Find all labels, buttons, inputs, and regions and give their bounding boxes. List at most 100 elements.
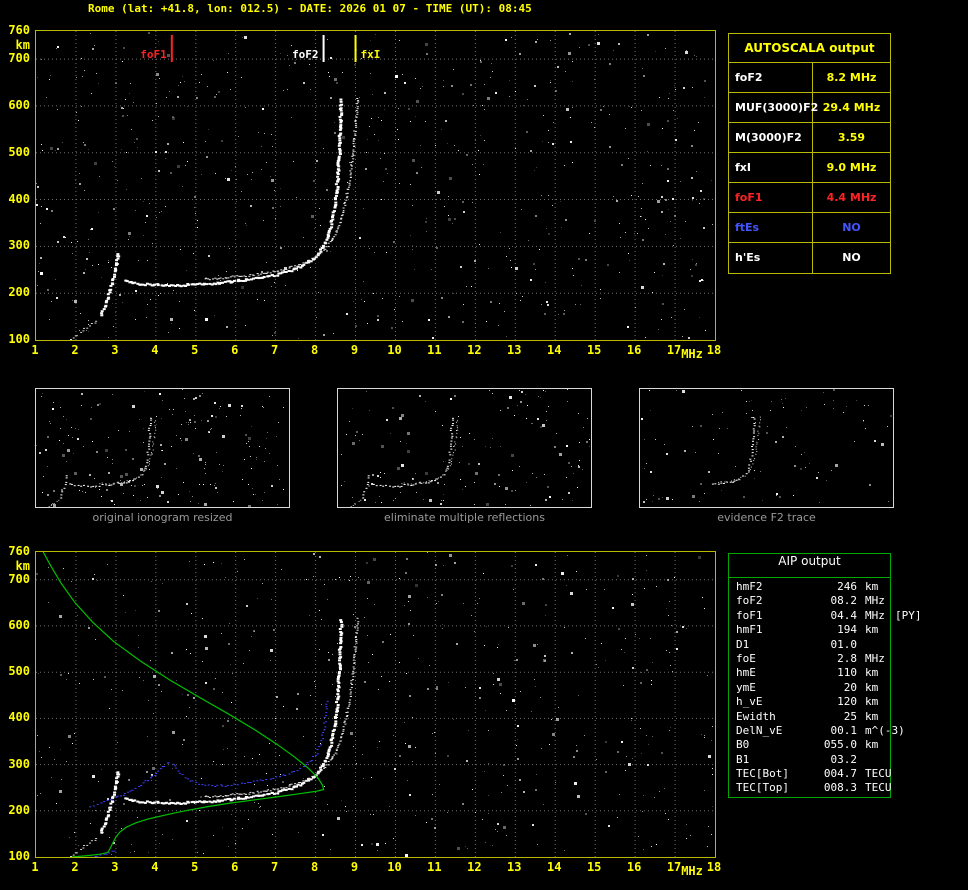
aip-row: D1 01.0 [729, 638, 890, 652]
es-cusp-mini [60, 494, 63, 496]
x-tick-label: 12 [467, 343, 482, 357]
aip-row: hmF2 246 km [729, 580, 890, 594]
noise-speckle [316, 160, 318, 162]
noise-speckle [686, 628, 687, 629]
noise-speckle [696, 171, 697, 172]
noise-speckle [327, 804, 328, 805]
aip-param-value: 03.2 [830, 752, 858, 766]
noise-speckle [573, 275, 574, 276]
noise-speckle [818, 472, 819, 473]
noise-speckle [146, 215, 148, 217]
noise-speckle [632, 667, 634, 669]
noise-speckle [214, 402, 216, 404]
noise-speckle [283, 706, 284, 707]
es-cusp [108, 291, 112, 294]
noise-speckle [111, 689, 112, 690]
autoscala-screen: { "title": "Rome (lat: +41.8, lon: 012.5… [0, 0, 968, 890]
noise-speckle [122, 115, 124, 117]
noise-speckle [88, 320, 89, 321]
x-trace [356, 108, 359, 110]
noise-speckle [437, 482, 439, 484]
noise-speckle [281, 569, 282, 570]
f2-x-trace-mini [750, 466, 752, 468]
f2-trace-mini [748, 464, 751, 466]
noise-speckle [561, 572, 564, 575]
noise-speckle [356, 763, 357, 764]
restored-trace [204, 784, 207, 786]
x-trace [350, 691, 352, 693]
noise-speckle [99, 176, 100, 177]
autoscala-param-value: 29.4 MHz [822, 101, 881, 114]
x-trace [229, 276, 232, 278]
noise-speckle [594, 220, 596, 222]
o-trace [156, 801, 160, 804]
o-trace-mini [149, 433, 152, 435]
restored-trace [320, 734, 323, 736]
noise-speckle [674, 577, 675, 578]
noise-speckle [479, 174, 480, 175]
x-trace [353, 145, 356, 147]
noise-speckle [160, 293, 161, 294]
noise-speckle [535, 686, 536, 687]
noise-speckle [415, 78, 416, 79]
noise-speckle [655, 439, 656, 440]
x-trace [229, 794, 232, 796]
noise-speckle [642, 811, 643, 812]
x-trace-mini [457, 429, 459, 431]
o-trace [246, 278, 250, 281]
noise-speckle [661, 211, 663, 213]
x-trace-mini [129, 480, 131, 482]
noise-speckle [159, 495, 161, 497]
noise-speckle [415, 584, 418, 587]
noise-speckle [197, 220, 198, 221]
noise-speckle [216, 94, 217, 95]
noise-speckle [459, 462, 460, 463]
noise-speckle [531, 711, 532, 712]
o-trace [165, 801, 168, 804]
noise-speckle [63, 416, 64, 417]
noise-speckle [374, 134, 375, 135]
noise-speckle [412, 245, 413, 246]
aip-param-unit: km [865, 623, 879, 637]
restored-trace [318, 746, 321, 748]
o-trace [262, 793, 266, 796]
noise-speckle [564, 850, 565, 851]
o-trace [221, 281, 224, 284]
noise-speckle [632, 594, 633, 595]
noise-speckle [527, 405, 528, 406]
x-trace [350, 168, 353, 170]
noise-speckle [171, 446, 172, 447]
noise-speckle [37, 186, 39, 188]
noise-speckle [123, 493, 124, 494]
x-tick-label: 6 [231, 860, 239, 874]
o-trace [339, 634, 343, 637]
noise-speckle [157, 488, 158, 489]
noise-speckle [330, 57, 332, 59]
x-trace [354, 649, 357, 651]
noise-speckle [193, 253, 194, 254]
noise-speckle [382, 641, 384, 643]
noise-speckle [147, 260, 148, 261]
noise-speckle [492, 845, 493, 846]
noise-speckle [105, 449, 108, 452]
noise-speckle [289, 812, 290, 813]
noise-speckle [122, 690, 123, 691]
noise-speckle [754, 470, 755, 471]
noise-speckle [172, 117, 175, 120]
o-trace [184, 285, 188, 287]
noise-speckle [448, 218, 451, 221]
noise-speckle [189, 561, 190, 562]
noise-speckle [101, 769, 102, 770]
noise-speckle [436, 603, 437, 604]
noise-speckle [399, 578, 400, 579]
noise-speckle [57, 46, 59, 48]
noise-speckle [237, 571, 238, 572]
noise-speckle [93, 801, 94, 802]
x-trace [245, 793, 247, 795]
noise-speckle [669, 730, 670, 731]
noise-speckle [398, 108, 399, 109]
noise-speckle [137, 147, 138, 148]
noise-speckle [511, 37, 512, 38]
noise-speckle [177, 96, 179, 98]
fxI-marker-label: fxI [361, 48, 381, 61]
